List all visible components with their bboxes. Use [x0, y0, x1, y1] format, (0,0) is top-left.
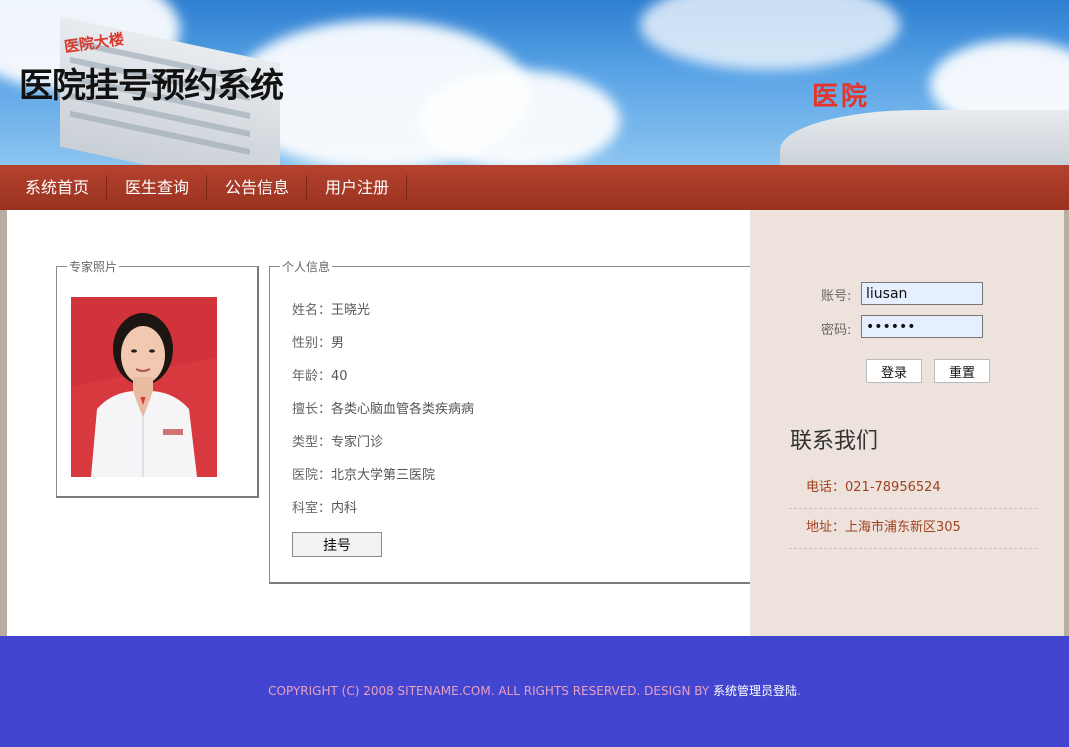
password-input[interactable]: [861, 315, 983, 338]
login-button[interactable]: 登录: [866, 359, 922, 383]
nav-item-doctor-search[interactable]: 医生查询: [107, 175, 208, 200]
info-row-gender: 性别：男: [292, 332, 344, 351]
account-input[interactable]: [861, 282, 983, 305]
account-label: 账号:: [821, 289, 852, 304]
info-value: 专家门诊: [331, 435, 384, 450]
info-value: 男: [331, 336, 345, 351]
info-label: 性别：: [292, 336, 332, 351]
info-value: 内科: [331, 501, 358, 516]
nav-item-announcements[interactable]: 公告信息: [207, 175, 308, 200]
hospital-sign: 医院: [812, 82, 871, 112]
site-title: 医院挂号预约系统: [19, 66, 284, 106]
info-label: 年龄：: [292, 369, 332, 384]
info-value: 北京大学第三医院: [331, 468, 436, 483]
info-value: 各类心脑血管各类疾病病: [331, 402, 475, 417]
reset-button[interactable]: 重置: [934, 359, 990, 383]
book-appointment-button[interactable]: 挂号: [292, 532, 382, 557]
info-row-hospital: 医院：北京大学第三医院: [292, 464, 435, 483]
info-label: 科室：: [292, 501, 332, 516]
info-row-specialty: 擅长：各类心脑血管各类疾病病: [292, 398, 474, 417]
info-row-name: 姓名：王晓光: [292, 299, 370, 318]
nav-item-register[interactable]: 用户注册: [307, 175, 408, 200]
password-label: 密码:: [821, 323, 852, 338]
contact-title: 联系我们: [790, 429, 879, 454]
info-row-type: 类型：专家门诊: [292, 431, 383, 450]
cloud-decoration: [420, 70, 620, 165]
footer: COPYRIGHT (C) 2008 SITENAME.COM. ALL RIG…: [0, 636, 1069, 747]
info-label: 姓名：: [292, 303, 332, 318]
expert-photo-legend: 专家照片: [69, 260, 118, 274]
nav-item-home[interactable]: 系统首页: [7, 175, 108, 200]
info-value: 王晓光: [331, 303, 371, 318]
contact-address: 地址：上海市浦东新区305: [789, 509, 1037, 549]
hospital-building-right: [780, 110, 1069, 165]
main-nav: 系统首页 医生查询 公告信息 用户注册: [0, 165, 1069, 210]
contact-phone: 电话：021-78956524: [789, 469, 1037, 509]
header-banner: 医院大楼 医院 医院挂号预约系统: [0, 0, 1069, 165]
cloud-decoration: [640, 0, 900, 70]
info-value: 40: [331, 369, 348, 384]
personal-info-box: 个人信息 姓名：王晓光 性别：男 年龄：40 擅长：各类心脑血管各类疾病病 类型…: [269, 258, 764, 584]
footer-suffix: .: [796, 684, 801, 698]
info-label: 擅长：: [292, 402, 332, 417]
doctor-portrait-illustration: [71, 297, 217, 477]
sidebar: 账号: 密码: 登录 重置 联系我们 电话：021-78956524 地址：上海…: [750, 210, 1064, 636]
admin-login-link[interactable]: 系统管理员登陆: [713, 684, 797, 698]
doctor-photo: [71, 297, 217, 477]
info-row-department: 科室：内科: [292, 497, 357, 516]
info-row-age: 年龄：40: [292, 365, 348, 384]
info-label: 医院：: [292, 468, 332, 483]
footer-copyright: COPYRIGHT (C) 2008 SITENAME.COM. ALL RIG…: [268, 684, 713, 698]
expert-photo-box: 专家照片: [56, 258, 259, 498]
personal-info-legend: 个人信息: [282, 260, 331, 274]
main-content: 专家照片 个人信息 姓名：王晓光 性别：男 年龄：40 擅长：各类心脑血管各类疾…: [7, 210, 764, 636]
info-label: 类型：: [292, 435, 332, 450]
